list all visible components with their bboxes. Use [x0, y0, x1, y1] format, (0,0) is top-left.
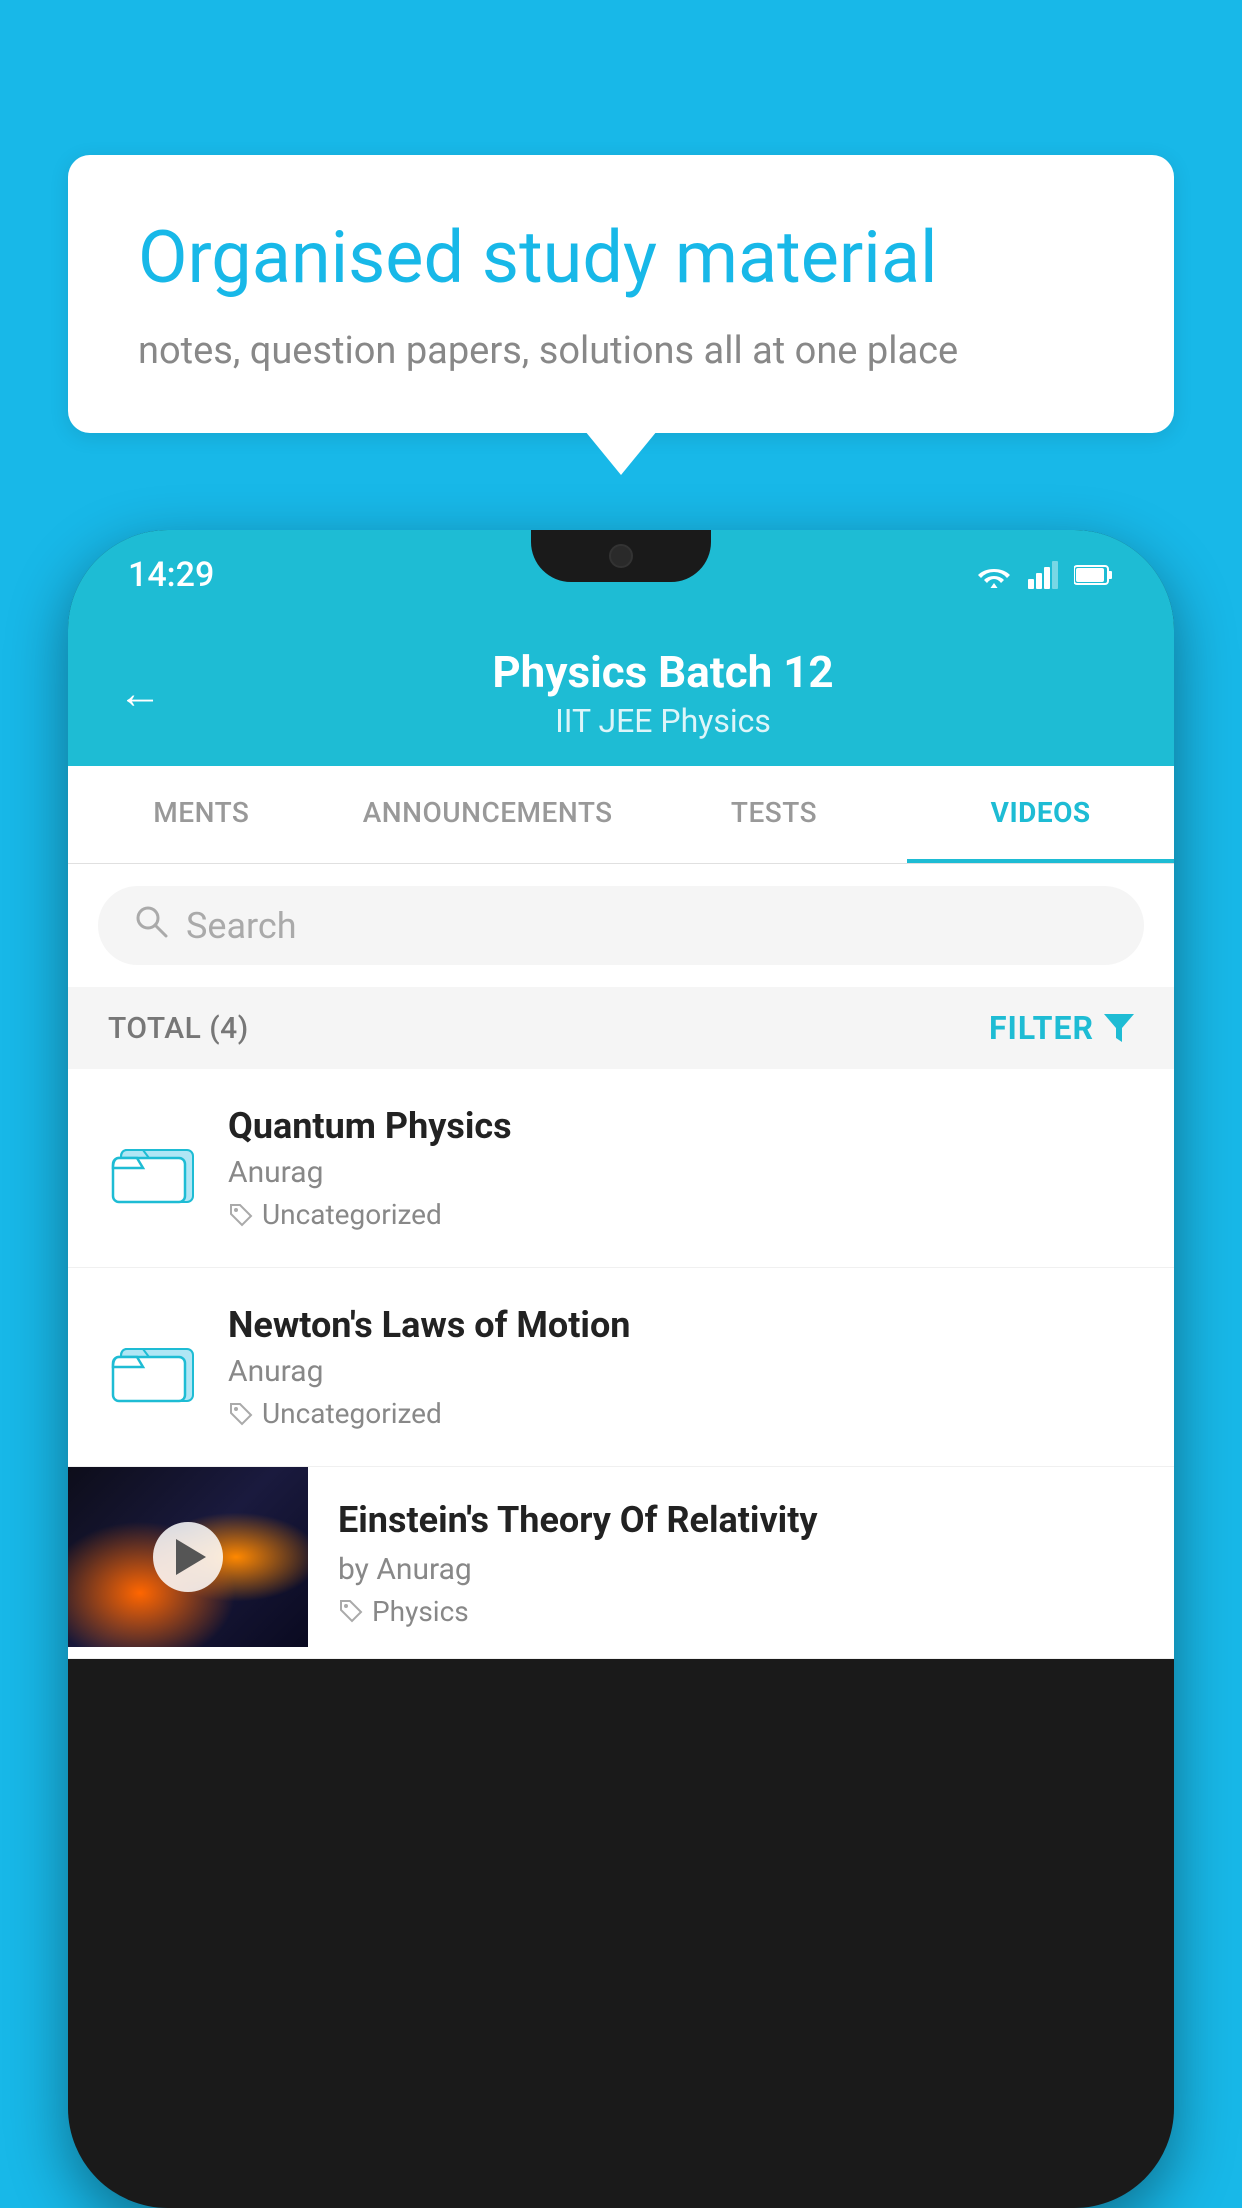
item-title: Newton's Laws of Motion [228, 1304, 1134, 1346]
play-triangle-icon [176, 1539, 206, 1575]
speech-bubble-container: Organised study material notes, question… [68, 155, 1174, 433]
tab-ments[interactable]: MENTS [68, 766, 335, 863]
tag-text: Uncategorized [262, 1198, 442, 1231]
status-time: 14:29 [128, 555, 214, 595]
tabs-container: MENTS ANNOUNCEMENTS TESTS VIDEOS [68, 766, 1174, 864]
battery-icon [1074, 564, 1114, 586]
item-icon-container [108, 1322, 198, 1412]
tab-tests[interactable]: TESTS [641, 766, 908, 863]
item-info: Newton's Laws of Motion Anurag Uncategor… [228, 1304, 1134, 1430]
item-icon-container [108, 1123, 198, 1213]
tag-icon [228, 1202, 254, 1228]
item-title: Quantum Physics [228, 1105, 1134, 1147]
status-icons [976, 561, 1114, 589]
tag-text: Physics [372, 1595, 469, 1628]
list-item-thumbnail[interactable]: Einstein's Theory Of Relativity by Anura… [68, 1467, 1174, 1659]
bubble-subtitle: notes, question papers, solutions all at… [138, 329, 1104, 373]
folder-icon [109, 1327, 197, 1407]
search-placeholder: Search [186, 905, 297, 947]
item-tag: Physics [338, 1595, 1144, 1628]
tag-icon [228, 1401, 254, 1427]
phone-frame: 14:29 [68, 530, 1174, 2208]
notch [531, 530, 711, 582]
item-author: Anurag [228, 1354, 1134, 1389]
tag-text: Uncategorized [262, 1397, 442, 1430]
item-author: by Anurag [338, 1552, 1144, 1587]
item-author: Anurag [228, 1155, 1134, 1190]
total-label: TOTAL (4) [108, 1011, 249, 1046]
camera-icon [609, 544, 633, 568]
app-header: ← Physics Batch 12 IIT JEE Physics [68, 620, 1174, 766]
back-button[interactable]: ← [118, 667, 162, 719]
search-container: Search [68, 864, 1174, 987]
thumbnail-container [68, 1467, 308, 1647]
filter-icon [1104, 1014, 1134, 1042]
bubble-title: Organised study material [138, 215, 1104, 301]
item-info: Quantum Physics Anurag Uncategorized [228, 1105, 1134, 1231]
item-tag: Uncategorized [228, 1397, 1134, 1430]
search-icon [134, 904, 168, 947]
header-subtitle: IIT JEE Physics [202, 702, 1124, 740]
filter-bar: TOTAL (4) FILTER [68, 987, 1174, 1069]
speech-bubble: Organised study material notes, question… [68, 155, 1174, 433]
tab-videos[interactable]: VIDEOS [907, 766, 1174, 863]
list-item[interactable]: Newton's Laws of Motion Anurag Uncategor… [68, 1268, 1174, 1467]
signal-icon [1028, 561, 1058, 589]
search-bar[interactable]: Search [98, 886, 1144, 965]
item-title: Einstein's Theory Of Relativity [338, 1497, 1144, 1544]
status-bar: 14:29 [68, 530, 1174, 620]
filter-button[interactable]: FILTER [989, 1009, 1134, 1047]
header-title: Physics Batch 12 [202, 646, 1124, 698]
tag-icon [338, 1598, 364, 1624]
tab-announcements[interactable]: ANNOUNCEMENTS [335, 766, 641, 863]
header-text: Physics Batch 12 IIT JEE Physics [202, 646, 1124, 740]
item-tag: Uncategorized [228, 1198, 1134, 1231]
list-item[interactable]: Quantum Physics Anurag Uncategorized [68, 1069, 1174, 1268]
wifi-icon [976, 561, 1012, 589]
folder-icon [109, 1128, 197, 1208]
filter-label: FILTER [989, 1009, 1094, 1047]
play-button[interactable] [153, 1522, 223, 1592]
thumbnail-info: Einstein's Theory Of Relativity by Anura… [308, 1467, 1174, 1658]
content-list: Quantum Physics Anurag Uncategorized [68, 1069, 1174, 1659]
